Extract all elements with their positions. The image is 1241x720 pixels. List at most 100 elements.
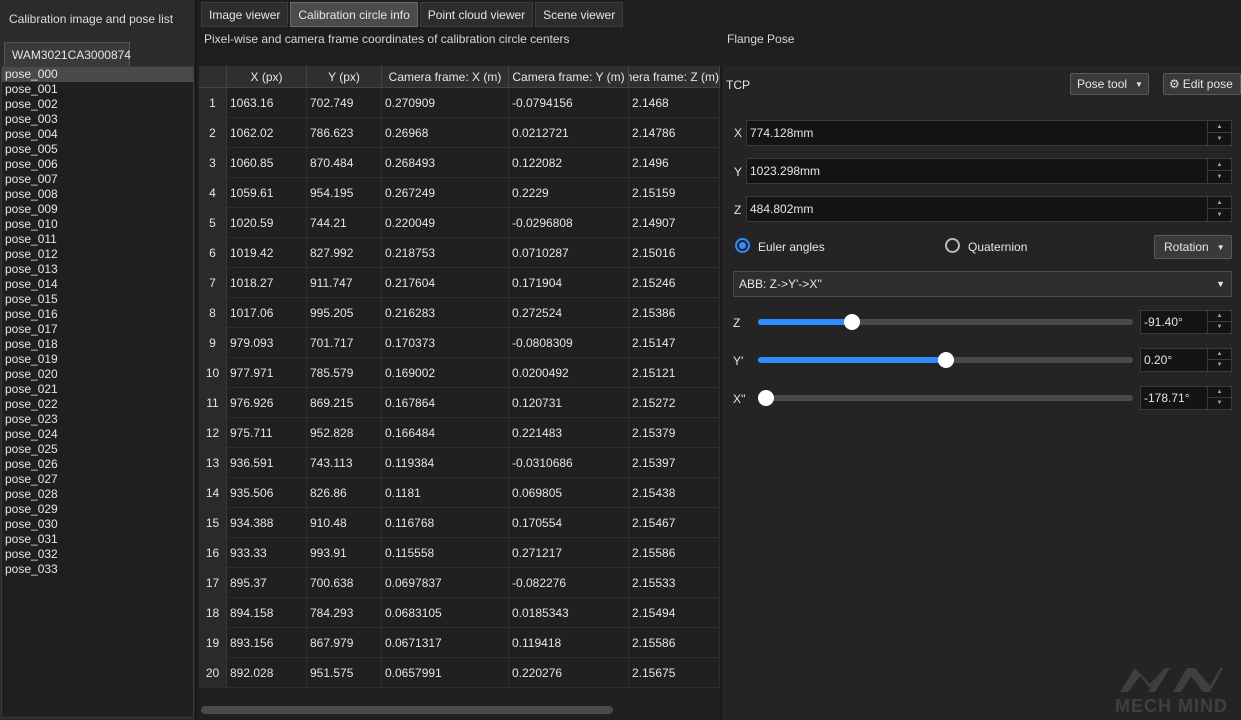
x-position-spinbox[interactable]: 774.128mm ▲ ▼ bbox=[746, 120, 1232, 146]
pose-list-item[interactable]: pose_016 bbox=[2, 307, 193, 322]
table-cell[interactable]: 895.37 bbox=[227, 568, 307, 598]
row-number[interactable]: 6 bbox=[199, 238, 227, 268]
table-cell[interactable]: 2.15159 bbox=[629, 178, 720, 208]
z-stepper[interactable]: ▲ ▼ bbox=[1207, 197, 1231, 221]
table-cell[interactable]: 0.0710287 bbox=[509, 238, 629, 268]
table-cell[interactable]: 2.15147 bbox=[629, 328, 720, 358]
table-cell[interactable]: 0.119384 bbox=[382, 448, 509, 478]
table-cell[interactable]: 2.15246 bbox=[629, 268, 720, 298]
row-number[interactable]: 20 bbox=[199, 658, 227, 688]
table-cell[interactable]: 784.293 bbox=[307, 598, 382, 628]
tab-image-viewer[interactable]: Image viewer bbox=[201, 2, 289, 27]
table-cell[interactable]: 0.171904 bbox=[509, 268, 629, 298]
table-cell[interactable]: 869.215 bbox=[307, 388, 382, 418]
y-position-spinbox[interactable]: 1023.298mm ▲ ▼ bbox=[746, 158, 1232, 184]
pose-list-item[interactable]: pose_007 bbox=[2, 172, 193, 187]
slider-y-handle[interactable] bbox=[937, 352, 954, 368]
table-cell[interactable]: 993.91 bbox=[307, 538, 382, 568]
pose-list-item[interactable]: pose_011 bbox=[2, 232, 193, 247]
table-row[interactable]: 10 977.971 785.579 0.169002 0.0200492 2.15121 bbox=[199, 358, 720, 388]
table-cell[interactable]: 2.14786 bbox=[629, 118, 720, 148]
table-cell[interactable]: 2.15586 bbox=[629, 628, 720, 658]
table-cell[interactable]: 0.170554 bbox=[509, 508, 629, 538]
table-cell[interactable]: 867.979 bbox=[307, 628, 382, 658]
arrow-up-icon[interactable]: ▲ bbox=[1208, 159, 1231, 171]
pose-list-item[interactable]: pose_013 bbox=[2, 262, 193, 277]
table-cell[interactable]: 0.1181 bbox=[382, 478, 509, 508]
slider-y-track[interactable] bbox=[758, 352, 1133, 368]
column-header-cam-x[interactable]: Camera frame: X (m) bbox=[382, 66, 509, 88]
table-cell[interactable]: 0.2229 bbox=[509, 178, 629, 208]
table-cell[interactable]: 2.15121 bbox=[629, 358, 720, 388]
table-row[interactable]: 15 934.388 910.48 0.116768 0.170554 2.15467 bbox=[199, 508, 720, 538]
table-row[interactable]: 4 1059.61 954.195 0.267249 0.2229 2.15159 bbox=[199, 178, 720, 208]
euler-angles-radio[interactable] bbox=[735, 238, 750, 253]
table-row[interactable]: 18 894.158 784.293 0.0683105 0.0185343 2.1549… bbox=[199, 598, 720, 628]
table-cell[interactable]: -0.0808309 bbox=[509, 328, 629, 358]
table-cell[interactable]: 870.484 bbox=[307, 148, 382, 178]
table-cell[interactable]: 785.579 bbox=[307, 358, 382, 388]
table-cell[interactable]: 827.992 bbox=[307, 238, 382, 268]
quaternion-radio[interactable] bbox=[945, 238, 960, 253]
slider-x-handle[interactable] bbox=[757, 390, 774, 406]
table-cell[interactable]: 0.0657991 bbox=[382, 658, 509, 688]
table-cell[interactable]: 1063.16 bbox=[227, 88, 307, 118]
table-cell[interactable]: 826.86 bbox=[307, 478, 382, 508]
slider-x-spinbox[interactable]: -178.71° ▲ ▼ bbox=[1140, 386, 1232, 410]
table-cell[interactable]: 700.638 bbox=[307, 568, 382, 598]
row-number[interactable]: 18 bbox=[199, 598, 227, 628]
table-cell[interactable]: 995.205 bbox=[307, 298, 382, 328]
table-cell[interactable]: 951.575 bbox=[307, 658, 382, 688]
table-cell[interactable]: 1019.42 bbox=[227, 238, 307, 268]
pose-list-item[interactable]: pose_024 bbox=[2, 427, 193, 442]
row-number[interactable]: 2 bbox=[199, 118, 227, 148]
row-number[interactable]: 7 bbox=[199, 268, 227, 298]
table-cell[interactable]: 954.195 bbox=[307, 178, 382, 208]
column-header-x-px[interactable]: X (px) bbox=[227, 66, 307, 88]
tab-point-cloud-viewer[interactable]: Point cloud viewer bbox=[419, 2, 534, 27]
table-cell[interactable]: 2.1496 bbox=[629, 148, 720, 178]
row-number[interactable]: 19 bbox=[199, 628, 227, 658]
table-cell[interactable]: 744.21 bbox=[307, 208, 382, 238]
edit-pose-button[interactable]: ⚙ Edit pose bbox=[1163, 73, 1241, 95]
table-cell[interactable]: 934.388 bbox=[227, 508, 307, 538]
pose-list-item[interactable]: pose_031 bbox=[2, 532, 193, 547]
table-cell[interactable]: 0.166484 bbox=[382, 418, 509, 448]
table-cell[interactable]: 0.218753 bbox=[382, 238, 509, 268]
table-cell[interactable]: 0.271217 bbox=[509, 538, 629, 568]
table-row[interactable]: 17 895.37 700.638 0.0697837 -0.082276 2.15533 bbox=[199, 568, 720, 598]
row-number[interactable]: 12 bbox=[199, 418, 227, 448]
table-row[interactable]: 11 976.926 869.215 0.167864 0.120731 2.15272 bbox=[199, 388, 720, 418]
pose-list-item[interactable]: pose_022 bbox=[2, 397, 193, 412]
pose-list-item[interactable]: pose_027 bbox=[2, 472, 193, 487]
table-cell[interactable]: -0.0310686 bbox=[509, 448, 629, 478]
table-cell[interactable]: 975.711 bbox=[227, 418, 307, 448]
arrow-down-icon[interactable]: ▼ bbox=[1208, 398, 1231, 409]
pose-list-item[interactable]: pose_005 bbox=[2, 142, 193, 157]
arrow-up-icon[interactable]: ▲ bbox=[1208, 197, 1231, 209]
table-row[interactable]: 14 935.506 826.86 0.1181 0.069805 2.15438 bbox=[199, 478, 720, 508]
table-row[interactable]: 9 979.093 701.717 0.170373 -0.0808309 2.15147 bbox=[199, 328, 720, 358]
tab-calibration-circle-info[interactable]: Calibration circle info bbox=[290, 2, 418, 27]
table-row[interactable]: 7 1018.27 911.747 0.217604 0.171904 2.15246 bbox=[199, 268, 720, 298]
table-row[interactable]: 16 933.33 993.91 0.115558 0.271217 2.15586 bbox=[199, 538, 720, 568]
pose-list-item[interactable]: pose_032 bbox=[2, 547, 193, 562]
slider-y-stepper[interactable]: ▲ ▼ bbox=[1207, 349, 1231, 371]
slider-y-spinbox[interactable]: 0.20° ▲ ▼ bbox=[1140, 348, 1232, 372]
table-cell[interactable]: -0.0296808 bbox=[509, 208, 629, 238]
table-cell[interactable]: 0.0200492 bbox=[509, 358, 629, 388]
table-cell[interactable]: 0.0697837 bbox=[382, 568, 509, 598]
table-row[interactable]: 8 1017.06 995.205 0.216283 0.272524 2.15386 bbox=[199, 298, 720, 328]
pose-tool-dropdown[interactable]: Pose tool ▼ bbox=[1070, 73, 1149, 95]
table-cell[interactable]: 2.15467 bbox=[629, 508, 720, 538]
pose-list-item[interactable]: pose_000 bbox=[2, 67, 193, 82]
device-tab[interactable]: WAM3021CA3000874 bbox=[4, 42, 131, 66]
table-cell[interactable]: 894.158 bbox=[227, 598, 307, 628]
y-stepper[interactable]: ▲ ▼ bbox=[1207, 159, 1231, 183]
table-cell[interactable]: 936.591 bbox=[227, 448, 307, 478]
pose-list-item[interactable]: pose_025 bbox=[2, 442, 193, 457]
table-row[interactable]: 13 936.591 743.113 0.119384 -0.0310686 2.1539… bbox=[199, 448, 720, 478]
table-cell[interactable]: 1062.02 bbox=[227, 118, 307, 148]
pose-list-item[interactable]: pose_028 bbox=[2, 487, 193, 502]
table-cell[interactable]: 976.926 bbox=[227, 388, 307, 418]
